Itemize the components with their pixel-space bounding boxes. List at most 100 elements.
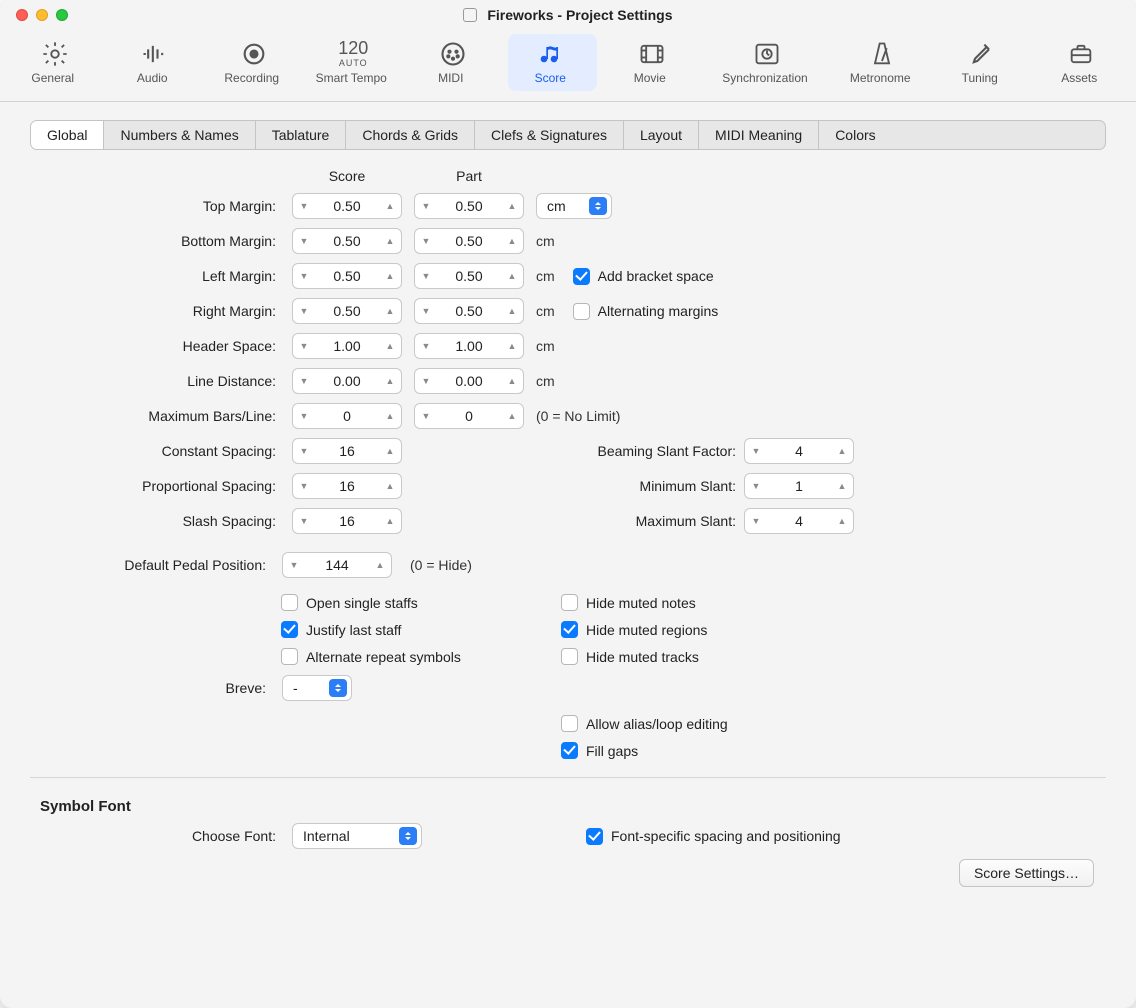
pedal-stepper[interactable]: ▼144▲ — [282, 552, 392, 578]
tab-numbers-names[interactable]: Numbers & Names — [104, 121, 255, 149]
fill-gaps-check[interactable]: Fill gaps — [561, 742, 861, 759]
gear-icon — [41, 40, 69, 68]
header-space-score-stepper[interactable]: ▼1.00▲ — [292, 333, 402, 359]
tab-global[interactable]: Global — [31, 121, 104, 149]
unit-text: cm — [536, 233, 1096, 249]
settings-window: Fireworks - Project Settings General Aud… — [0, 0, 1136, 1008]
chevron-down-icon[interactable]: ▼ — [415, 201, 437, 211]
label-constant-spacing: Constant Spacing: — [40, 443, 280, 459]
tab-midi-meaning[interactable]: MIDI Meaning — [699, 121, 819, 149]
max-bars-score-stepper[interactable]: ▼0▲ — [292, 403, 402, 429]
label-max-bars: Maximum Bars/Line: — [40, 408, 280, 424]
line-distance-part-stepper[interactable]: ▼0.00▲ — [414, 368, 524, 394]
symbol-font-heading: Symbol Font — [40, 798, 1106, 815]
toolbar-midi[interactable]: MIDI — [408, 34, 498, 91]
updown-icon — [399, 827, 417, 845]
label-bottom-margin: Bottom Margin: — [40, 233, 280, 249]
open-single-staffs-check[interactable]: Open single staffs — [281, 594, 541, 611]
label-max-slant: Maximum Slant: — [536, 513, 736, 529]
toolbar-metronome[interactable]: Metronome — [837, 34, 927, 91]
constant-spacing-stepper[interactable]: ▼16▲ — [292, 438, 402, 464]
hide-muted-notes-check[interactable]: Hide muted notes — [561, 594, 861, 611]
left-margin-part-stepper[interactable]: ▼0.50▲ — [414, 263, 524, 289]
tab-colors[interactable]: Colors — [819, 121, 891, 149]
toolbar-audio[interactable]: Audio — [110, 34, 200, 91]
window-controls — [16, 9, 68, 21]
font-specific-check[interactable]: Font-specific spacing and positioning — [586, 828, 1096, 845]
toolbar: General Audio Recording 120 AUTO Smart T… — [0, 30, 1136, 102]
hide-muted-tracks-check[interactable]: Hide muted tracks — [561, 648, 861, 665]
toolbar-synchronization[interactable]: Synchronization — [707, 34, 828, 91]
top-margin-part-stepper[interactable]: ▼0.50▲ — [414, 193, 524, 219]
column-header-score: Score — [292, 168, 402, 184]
updown-icon — [329, 679, 347, 697]
titlebar: Fireworks - Project Settings — [0, 0, 1136, 30]
assets-icon — [1067, 40, 1095, 68]
toolbar-general[interactable]: General — [10, 34, 100, 91]
tab-chords-grids[interactable]: Chords & Grids — [346, 121, 475, 149]
close-icon[interactable] — [16, 9, 28, 21]
beaming-slant-stepper[interactable]: ▼4▲ — [744, 438, 854, 464]
max-slant-stepper[interactable]: ▼4▲ — [744, 508, 854, 534]
label-line-distance: Line Distance: — [40, 373, 280, 389]
label-beaming-slant: Beaming Slant Factor: — [536, 443, 736, 459]
label-top-margin: Top Margin: — [40, 198, 280, 214]
justify-last-staff-check[interactable]: Justify last staff — [281, 621, 541, 638]
tempo-icon: 120 AUTO — [338, 40, 368, 68]
right-margin-part-stepper[interactable]: ▼0.50▲ — [414, 298, 524, 324]
tab-clefs-signatures[interactable]: Clefs & Signatures — [475, 121, 624, 149]
bottom-margin-part-stepper[interactable]: ▼0.50▲ — [414, 228, 524, 254]
min-slant-stepper[interactable]: ▼1▲ — [744, 473, 854, 499]
sync-icon — [753, 40, 781, 68]
add-bracket-space-check[interactable]: Add bracket space — [573, 268, 714, 285]
toolbar-assets[interactable]: Assets — [1036, 34, 1126, 91]
label-min-slant: Minimum Slant: — [536, 478, 736, 494]
maximize-icon[interactable] — [56, 9, 68, 21]
minimize-icon[interactable] — [36, 9, 48, 21]
checkbox-icon — [573, 268, 590, 285]
choose-font-select[interactable]: Internal — [292, 823, 422, 849]
chevron-up-icon[interactable]: ▲ — [501, 201, 523, 211]
metronome-icon — [868, 40, 896, 68]
header-space-part-stepper[interactable]: ▼1.00▲ — [414, 333, 524, 359]
tab-layout[interactable]: Layout — [624, 121, 699, 149]
line-distance-score-stepper[interactable]: ▼0.00▲ — [292, 368, 402, 394]
max-bars-part-stepper[interactable]: ▼0▲ — [414, 403, 524, 429]
label-header-space: Header Space: — [40, 338, 280, 354]
score-settings-button[interactable]: Score Settings… — [959, 859, 1094, 887]
chevron-up-icon[interactable]: ▲ — [379, 201, 401, 211]
breve-select[interactable]: - — [282, 675, 352, 701]
proportional-spacing-stepper[interactable]: ▼16▲ — [292, 473, 402, 499]
record-icon — [240, 40, 268, 68]
right-margin-score-stepper[interactable]: ▼0.50▲ — [292, 298, 402, 324]
label-slash-spacing: Slash Spacing: — [40, 513, 280, 529]
pedal-note: (0 = Hide) — [404, 557, 1106, 573]
left-margin-score-stepper[interactable]: ▼0.50▲ — [292, 263, 402, 289]
separator — [30, 777, 1106, 778]
label-breve: Breve: — [30, 680, 270, 696]
label-proportional-spacing: Proportional Spacing: — [40, 478, 280, 494]
checkbox-icon — [573, 303, 590, 320]
options-checks: Open single staffs Hide muted notes Just… — [281, 594, 1106, 665]
audio-icon — [140, 40, 168, 68]
column-header-part: Part — [414, 168, 524, 184]
bottom-margin-score-stepper[interactable]: ▼0.50▲ — [292, 228, 402, 254]
window-title: Fireworks - Project Settings — [0, 7, 1136, 23]
toolbar-movie[interactable]: Movie — [607, 34, 697, 91]
toolbar-score[interactable]: Score — [508, 34, 598, 91]
alternating-margins-check[interactable]: Alternating margins — [573, 303, 719, 320]
toolbar-smart-tempo[interactable]: 120 AUTO Smart Tempo — [309, 34, 399, 91]
slash-spacing-stepper[interactable]: ▼16▲ — [292, 508, 402, 534]
top-margin-score-stepper[interactable]: ▼0.50▲ — [292, 193, 402, 219]
chevron-down-icon[interactable]: ▼ — [293, 201, 315, 211]
movie-icon — [638, 40, 666, 68]
toolbar-recording[interactable]: Recording — [209, 34, 299, 91]
hide-muted-regions-check[interactable]: Hide muted regions — [561, 621, 861, 638]
app-icon — [463, 8, 477, 22]
allow-alias-check[interactable]: Allow alias/loop editing — [561, 715, 861, 732]
toolbar-tuning[interactable]: Tuning — [937, 34, 1027, 91]
tab-tablature[interactable]: Tablature — [256, 121, 347, 149]
unit-select[interactable]: cm — [536, 193, 612, 219]
label-right-margin: Right Margin: — [40, 303, 280, 319]
alternate-repeat-check[interactable]: Alternate repeat symbols — [281, 648, 541, 665]
